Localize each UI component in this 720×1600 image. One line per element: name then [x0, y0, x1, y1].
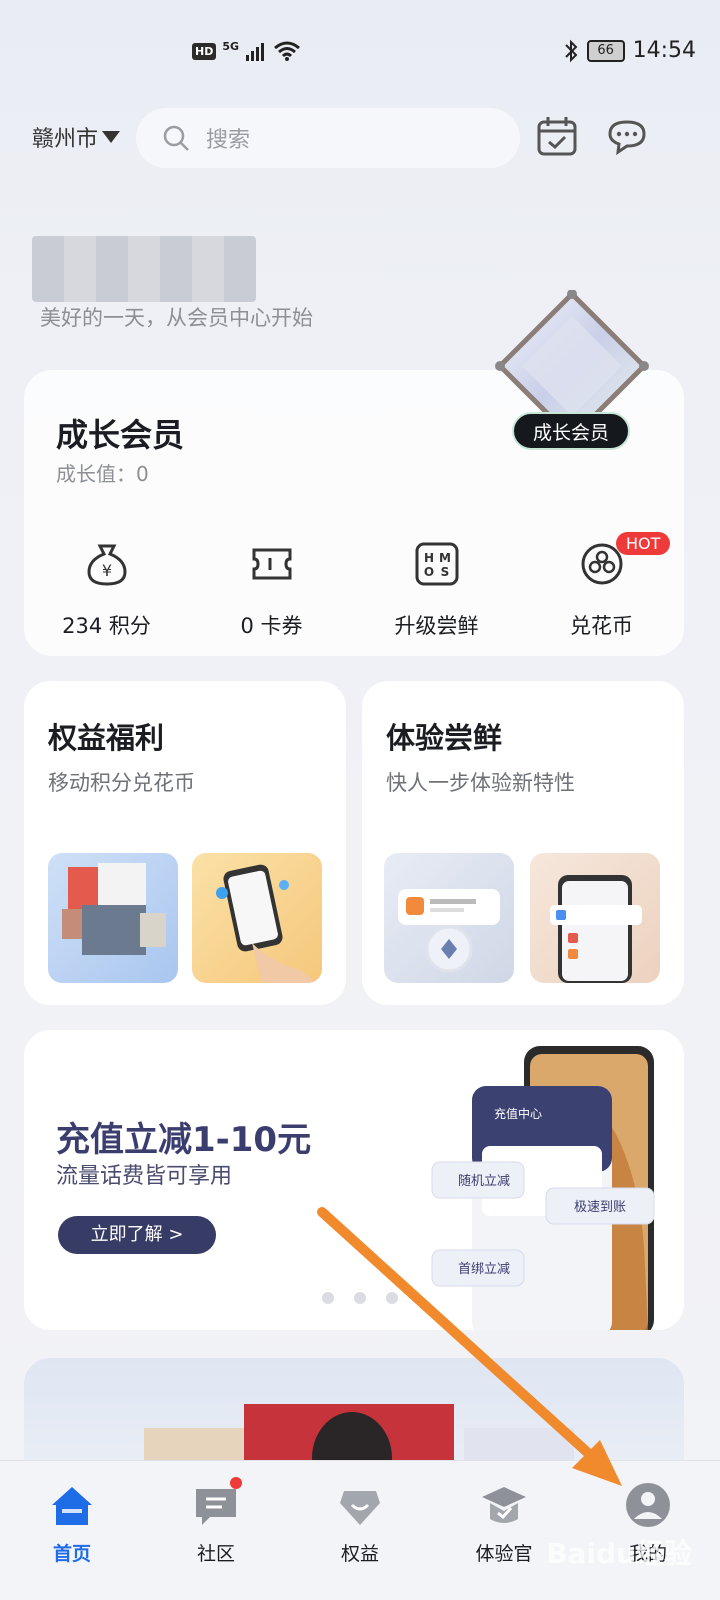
feature-title: 体验尝鲜 [386, 721, 503, 755]
carousel-dot [386, 1292, 398, 1304]
phone-in-hand-image [216, 864, 316, 983]
learn-more-button[interactable]: 立即了解 > [58, 1216, 216, 1254]
shortcut-label: 0 卡券 [240, 614, 303, 638]
promo-description: 流量话费皆可享用 [56, 1164, 233, 1189]
shortcut-label: 234 积分 [62, 614, 151, 638]
caret-down-icon [102, 131, 121, 143]
feature-card-trial[interactable]: 体验尝鲜 快人一步体验新特性 [362, 681, 684, 1005]
shortcut-label: 升级尝鲜 [394, 614, 479, 638]
calendar-icon[interactable] [534, 114, 580, 160]
top-bar: 赣州市 搜索 [0, 104, 720, 168]
hmos-icon: H MO S [415, 542, 458, 586]
trial-phone-image [550, 875, 642, 983]
nav-benefits[interactable]: 权益 [288, 1461, 432, 1600]
search-bar[interactable]: 搜索 [136, 108, 520, 168]
profile-avatar-icon [626, 1483, 670, 1527]
tag-fast-arrival: 极速到账 [574, 1200, 626, 1215]
user-name-blurred [32, 236, 256, 302]
money-bag-icon: ¥ [86, 544, 127, 586]
nav-mine[interactable]: 我的 [576, 1461, 720, 1600]
trial-app-image [398, 889, 500, 973]
feature-card-benefits[interactable]: 权益福利 移动积分兑花币 [24, 681, 346, 1005]
clock: 14:54 [632, 38, 696, 63]
city-selector[interactable]: 赣州市 [32, 121, 121, 153]
benefit-thumbnail-photos[interactable] [48, 853, 178, 983]
nav-community[interactable]: 社区 [144, 1461, 288, 1600]
nav-home[interactable]: 首页 [0, 1461, 144, 1600]
carousel-dot [322, 1292, 334, 1304]
city-label: 赣州市 [32, 127, 99, 152]
notification-dot [230, 1477, 242, 1489]
promo-headline: 充值立减1-10元 [56, 1120, 312, 1160]
search-icon [163, 125, 189, 151]
network-type: 5G [222, 39, 240, 53]
phone-screen-title: 充值中心 [494, 1106, 542, 1121]
growth-value: 成长值：0 [56, 462, 149, 486]
trial-thumbnail-phone[interactable] [530, 853, 660, 983]
nav-label: 权益 [340, 1543, 379, 1565]
welcome-text: 美好的一天，从会员中心开始 [40, 306, 313, 330]
graduation-cap-icon [482, 1487, 526, 1523]
svg-text:O: O [423, 565, 433, 579]
wifi-icon [274, 41, 300, 61]
status-right: 66 14:54 [563, 38, 696, 63]
shortcut-coupons[interactable]: 0 卡券 [189, 540, 354, 650]
trial-thumbnail-app[interactable] [384, 853, 514, 983]
nav-label: 体验官 [475, 1543, 533, 1565]
nav-label: 首页 [52, 1543, 91, 1565]
shortcut-upgrade-trial[interactable]: HMOS 升级尝鲜 [354, 540, 519, 650]
photo-collage-image [62, 863, 166, 955]
svg-text:S: S [440, 565, 449, 579]
shortcut-flower-coin[interactable]: 兑花币 HOT [519, 532, 684, 650]
watermark-logo: Baidu经验 [546, 1537, 692, 1570]
member-badge: 成长会员 [512, 412, 630, 450]
hot-badge: HOT [616, 532, 671, 555]
message-icon[interactable] [604, 114, 650, 160]
nav-label: 社区 [196, 1543, 235, 1565]
shortcut-label: 兑花币 [570, 614, 633, 638]
status-bar: HD 5G 66 14:54 [0, 0, 720, 100]
carousel-dot [354, 1292, 366, 1304]
member-level-title: 成长会员 [56, 416, 185, 454]
shortcut-points[interactable]: ¥ 234 积分 [24, 540, 189, 650]
promo-banner[interactable]: 充值立减1-10元 流量话费皆可享用 立即了解 > 充值中心 随机立减 极速到账… [24, 1030, 684, 1330]
svg-text:¥: ¥ [101, 561, 111, 580]
feature-title: 权益福利 [48, 721, 165, 755]
nav-experience-officer[interactable]: 体验官 [432, 1461, 576, 1600]
feature-subtitle: 快人一步体验新特性 [386, 771, 575, 795]
signal-icon [246, 43, 265, 61]
network-indicators: HD 5G [192, 40, 301, 62]
search-placeholder: 搜索 [206, 128, 251, 153]
feature-subtitle: 移动积分兑花币 [48, 771, 195, 795]
bluetooth-icon [564, 39, 578, 62]
svg-text:H: H [423, 551, 433, 565]
carousel-dots [322, 1292, 398, 1304]
svg-text:M: M [439, 551, 451, 565]
bottom-navigation: 首页 社区 权益 体验官 我的 [0, 1460, 720, 1600]
battery-indicator: 66 [586, 39, 625, 62]
hd-badge: HD [192, 42, 217, 60]
home-icon [52, 1487, 92, 1525]
member-shortcuts: ¥ 234 积分 0 卡券 HMOS 升级尝鲜 兑花币 HOT [24, 532, 684, 650]
ticket-icon [252, 548, 291, 580]
recharge-phone-illustration: 充值中心 随机立减 极速到账 首绑立减 [431, 1046, 655, 1330]
tag-first-bind: 首绑立减 [458, 1262, 510, 1277]
benefits-diamond-icon [340, 1491, 380, 1525]
tag-random-discount: 随机立减 [458, 1174, 510, 1189]
benefit-thumbnail-phone[interactable] [192, 853, 322, 983]
